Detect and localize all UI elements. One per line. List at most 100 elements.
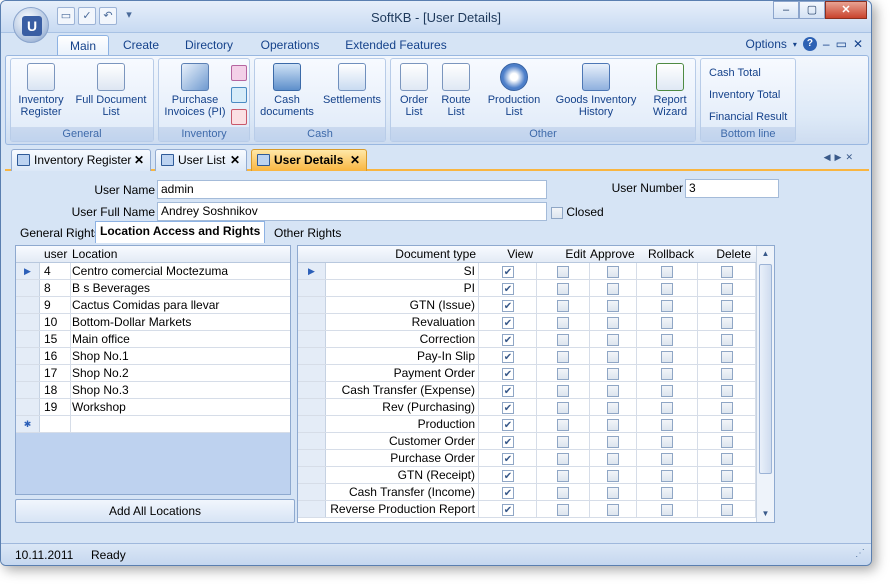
edit-checkbox[interactable]: [557, 486, 569, 499]
row-selector[interactable]: [298, 467, 326, 483]
view-checkbox[interactable]: [502, 486, 514, 499]
rights-row[interactable]: Correction: [298, 331, 756, 348]
location-row[interactable]: 19 Workshop: [16, 399, 290, 416]
row-selector[interactable]: [298, 314, 326, 330]
location-name-cell[interactable]: Centro comercial Moctezuma: [72, 263, 228, 279]
approve-checkbox[interactable]: [607, 452, 619, 465]
location-row[interactable]: 9 Cactus Comidas para llevar: [16, 297, 290, 314]
delete-checkbox[interactable]: [720, 435, 733, 448]
tab-general-rights[interactable]: General Rights: [15, 223, 105, 242]
rights-row[interactable]: Payment Order: [298, 365, 756, 382]
inventory-total-button[interactable]: Inventory Total: [709, 89, 780, 101]
close-tab-icon[interactable]: ✕: [134, 150, 144, 170]
doc-tab-user-details[interactable]: User Details ✕: [251, 149, 367, 171]
rights-row[interactable]: Production: [298, 416, 756, 433]
view-checkbox[interactable]: [502, 367, 514, 380]
doc-tab-user-list[interactable]: User List ✕: [155, 149, 247, 171]
rights-grid[interactable]: Document type View Edit Approve Rollback…: [297, 245, 775, 523]
approve-checkbox[interactable]: [607, 384, 619, 397]
edit-checkbox[interactable]: [557, 282, 569, 295]
view-checkbox[interactable]: [502, 435, 514, 448]
edit-checkbox[interactable]: [557, 350, 569, 363]
approve-checkbox[interactable]: [607, 350, 619, 363]
location-row[interactable]: 10 Bottom-Dollar Markets: [16, 314, 290, 331]
rollback-checkbox[interactable]: [661, 367, 673, 380]
delete-checkbox[interactable]: [720, 367, 733, 380]
edit-checkbox[interactable]: [557, 265, 569, 278]
route-list-button[interactable]: Route List: [437, 63, 475, 118]
tab-directory[interactable]: Directory: [179, 35, 239, 55]
rollback-checkbox[interactable]: [661, 486, 673, 499]
tab-extended-features[interactable]: Extended Features: [341, 35, 451, 55]
edit-checkbox[interactable]: [557, 469, 569, 482]
rights-row[interactable]: Rev (Purchasing): [298, 399, 756, 416]
rights-row[interactable]: ▶ SI: [298, 263, 756, 280]
order-list-button[interactable]: Order List: [395, 63, 433, 118]
mdi-restore-icon[interactable]: ▭: [836, 37, 847, 51]
delete-header[interactable]: Delete: [698, 246, 754, 263]
delete-checkbox[interactable]: [720, 350, 733, 363]
location-user-cell[interactable]: [41, 416, 71, 432]
rights-row[interactable]: Customer Order: [298, 433, 756, 450]
approve-checkbox[interactable]: [607, 316, 619, 329]
close-button[interactable]: ✕: [825, 1, 867, 19]
edit-checkbox[interactable]: [557, 384, 569, 397]
goods-inventory-history-button[interactable]: Goods Inventory History: [551, 63, 641, 118]
edit-checkbox[interactable]: [557, 452, 569, 465]
approve-checkbox[interactable]: [607, 469, 619, 482]
location-column-header[interactable]: Location: [72, 246, 117, 263]
location-user-cell[interactable]: 18: [41, 382, 71, 398]
rights-row[interactable]: GTN (Issue): [298, 297, 756, 314]
edit-checkbox[interactable]: [557, 299, 569, 312]
location-row[interactable]: 18 Shop No.3: [16, 382, 290, 399]
tab-navigation[interactable]: ◀▶✕: [824, 152, 857, 163]
rollback-checkbox[interactable]: [661, 469, 673, 482]
approve-checkbox[interactable]: [607, 503, 619, 516]
location-row[interactable]: 8B s Beverages: [16, 280, 290, 297]
approve-checkbox[interactable]: [607, 486, 619, 499]
row-selector[interactable]: [298, 484, 326, 500]
location-row[interactable]: ▶ 4 Centro comercial Moctezuma: [16, 263, 290, 280]
rollback-checkbox[interactable]: [661, 299, 673, 312]
tab-other-rights[interactable]: Other Rights: [269, 223, 346, 242]
rights-row[interactable]: Pay-In Slip: [298, 348, 756, 365]
new-location-row[interactable]: ✱: [16, 416, 290, 433]
delete-checkbox[interactable]: [720, 418, 733, 431]
rollback-checkbox[interactable]: [661, 316, 673, 329]
rollback-checkbox[interactable]: [661, 452, 673, 465]
delete-checkbox[interactable]: [720, 469, 733, 482]
mdi-minimize-icon[interactable]: –: [823, 37, 830, 51]
rights-scrollbar[interactable]: ▲ ▼: [756, 246, 774, 522]
row-selector[interactable]: [16, 399, 40, 415]
edit-checkbox[interactable]: [557, 418, 569, 431]
current-row-indicator-icon[interactable]: ▶: [16, 263, 40, 279]
rollback-checkbox[interactable]: [661, 401, 673, 414]
rollback-header[interactable]: Rollback: [637, 246, 697, 263]
view-checkbox[interactable]: [502, 350, 514, 363]
rollback-checkbox[interactable]: [661, 333, 673, 346]
location-name-cell[interactable]: Main office: [72, 331, 130, 347]
production-list-button[interactable]: Production List: [481, 63, 547, 118]
document-type-header[interactable]: Document type: [327, 246, 479, 263]
edit-checkbox[interactable]: [557, 367, 569, 380]
tab-create[interactable]: Create: [117, 35, 165, 55]
new-row-icon[interactable]: ✱: [16, 416, 40, 432]
rights-row[interactable]: Cash Transfer (Income): [298, 484, 756, 501]
location-name-cell[interactable]: Shop No.3: [72, 382, 129, 398]
row-selector[interactable]: [16, 331, 40, 347]
edit-checkbox[interactable]: [557, 503, 569, 516]
close-tab-icon[interactable]: ✕: [230, 150, 240, 170]
rights-row[interactable]: Revaluation: [298, 314, 756, 331]
row-selector[interactable]: [298, 433, 326, 449]
row-selector[interactable]: [298, 331, 326, 347]
small-invoice-icon[interactable]: [231, 65, 247, 81]
delete-checkbox[interactable]: [720, 486, 733, 499]
approve-checkbox[interactable]: [607, 418, 619, 431]
tab-operations[interactable]: Operations: [253, 35, 327, 55]
rollback-checkbox[interactable]: [661, 418, 673, 431]
minimize-button[interactable]: –: [773, 1, 799, 19]
location-user-cell[interactable]: 17: [41, 365, 71, 381]
current-row-indicator-icon[interactable]: ▶: [298, 263, 326, 279]
row-selector[interactable]: [298, 416, 326, 432]
options-menu[interactable]: Options: [746, 37, 787, 51]
